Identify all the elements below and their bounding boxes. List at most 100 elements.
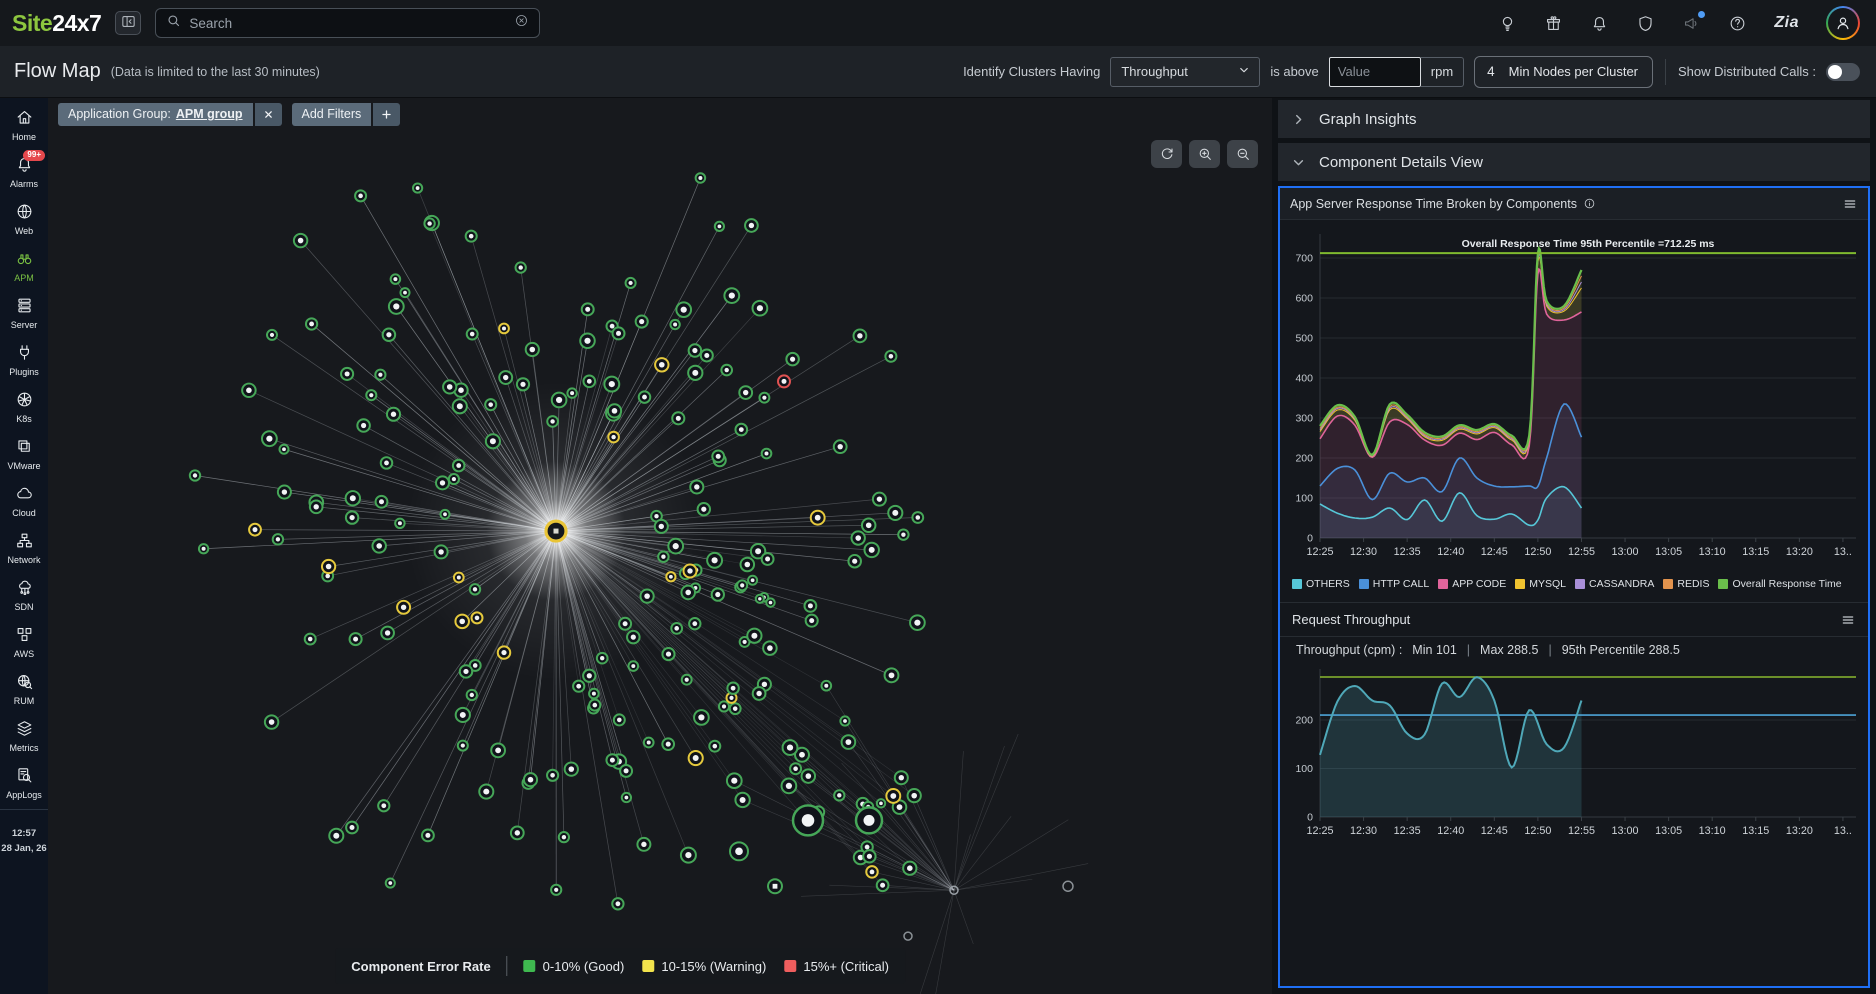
lightbulb-icon[interactable] xyxy=(1498,14,1517,33)
sidebar-item-alarms[interactable]: 99+Alarms xyxy=(0,149,48,196)
sidebar-item-web[interactable]: Web xyxy=(0,196,48,243)
svg-text:12:40: 12:40 xyxy=(1437,825,1464,837)
filter-chip-application-group[interactable]: Application Group:APM group xyxy=(58,103,282,126)
sidebar-item-label: Home xyxy=(12,132,36,142)
announcements-icon[interactable] xyxy=(1682,14,1701,33)
collapse-icon xyxy=(120,13,137,33)
chevron-right-icon xyxy=(1290,111,1307,128)
chart-title: Request Throughput xyxy=(1292,612,1410,627)
add-filters-chip[interactable]: Add Filters xyxy=(292,103,401,126)
search-icon xyxy=(166,13,181,33)
zia-icon[interactable]: Zia xyxy=(1774,14,1799,32)
gift-icon[interactable] xyxy=(1544,14,1563,33)
flow-map-canvas[interactable] xyxy=(48,130,1272,994)
chart-legend-item[interactable]: CASSANDRA xyxy=(1575,578,1654,590)
legend-item: 0-10% (Good) xyxy=(524,959,625,974)
p95-label: 95th Percentile xyxy=(1562,643,1645,657)
throughput-stats: Throughput (cpm) : Min 101 | Max 288.5 |… xyxy=(1280,636,1868,659)
svg-text:13:05: 13:05 xyxy=(1655,546,1682,558)
metric-dropdown[interactable]: Throughput xyxy=(1110,57,1260,87)
search-clear-icon[interactable] xyxy=(514,13,529,33)
k8s-icon xyxy=(15,390,34,411)
min-nodes-control[interactable]: 4 Min Nodes per Cluster xyxy=(1474,56,1653,88)
add-filter-button[interactable] xyxy=(373,103,400,126)
globe-icon xyxy=(15,202,34,223)
chart-legend-item[interactable]: REDIS xyxy=(1663,578,1709,590)
search-bar[interactable] xyxy=(155,8,540,38)
cluster-controls: Identify Clusters Having Throughput is a… xyxy=(963,56,1860,88)
threshold-value-input[interactable] xyxy=(1329,57,1421,87)
help-icon[interactable] xyxy=(1728,14,1747,33)
sidebar-item-applogs[interactable]: AppLogs xyxy=(0,760,48,807)
svg-text:600: 600 xyxy=(1295,293,1313,305)
chart-legend-item[interactable]: Overall Response Time xyxy=(1718,578,1841,590)
zoom-in-button[interactable] xyxy=(1189,140,1220,168)
sidebar-item-cloud[interactable]: Cloud xyxy=(0,478,48,525)
sidebar-item-sdn[interactable]: SDN xyxy=(0,572,48,619)
svg-text:700: 700 xyxy=(1295,253,1313,265)
applogs-icon xyxy=(15,766,34,787)
vmware-icon xyxy=(15,437,34,458)
map-controls xyxy=(1151,140,1258,168)
sidebar-item-metrics[interactable]: Metrics xyxy=(0,713,48,760)
chart-legend-item[interactable]: MYSQL xyxy=(1515,578,1566,590)
refresh-map-button[interactable] xyxy=(1151,140,1182,168)
response-time-chart-header: App Server Response Time Broken by Compo… xyxy=(1280,188,1868,220)
sidebar-item-label: K8s xyxy=(16,414,32,424)
remove-filter-button[interactable] xyxy=(255,103,282,126)
unit-label: rpm xyxy=(1421,57,1464,87)
zoom-out-button[interactable] xyxy=(1227,140,1258,168)
svg-text:200: 200 xyxy=(1295,714,1313,726)
chart-menu-icon[interactable] xyxy=(1842,196,1858,212)
cluster-label: Identify Clusters Having xyxy=(963,64,1100,79)
separator: | xyxy=(1548,643,1551,657)
chart-menu-icon[interactable] xyxy=(1840,612,1856,628)
svg-text:0: 0 xyxy=(1307,812,1313,824)
sidebar-item-vmware[interactable]: VMware xyxy=(0,431,48,478)
svg-text:12:35: 12:35 xyxy=(1394,546,1421,558)
site24x7-logo[interactable]: Site24x7 xyxy=(12,10,101,37)
sidebar-item-plugins[interactable]: Plugins xyxy=(0,337,48,384)
sidebar-item-server[interactable]: Server xyxy=(0,290,48,337)
chip-value[interactable]: APM group xyxy=(176,107,243,121)
svg-text:13:00: 13:00 xyxy=(1612,825,1639,837)
component-details-section[interactable]: Component Details View xyxy=(1278,143,1870,181)
min-nodes-value[interactable]: 4 xyxy=(1487,64,1495,79)
metric-dropdown-value: Throughput xyxy=(1121,64,1188,79)
divider xyxy=(0,809,48,810)
layers-icon xyxy=(15,719,34,740)
info-icon[interactable] xyxy=(1583,197,1596,210)
aws-icon xyxy=(15,625,34,646)
sidebar-item-k8s[interactable]: K8s xyxy=(0,384,48,431)
svg-text:400: 400 xyxy=(1295,373,1313,385)
sidebar-collapse-button[interactable] xyxy=(115,11,141,35)
sidebar-item-apm[interactable]: APM xyxy=(0,243,48,290)
logo-text-24x7: 24x7 xyxy=(52,10,101,36)
svg-text:0: 0 xyxy=(1307,533,1313,545)
sidebar-item-network[interactable]: Network xyxy=(0,525,48,572)
clock-date: 28 Jan, 26 xyxy=(1,841,46,856)
chart-legend-item[interactable]: APP CODE xyxy=(1438,578,1506,590)
svg-text:100: 100 xyxy=(1295,763,1313,775)
user-avatar[interactable] xyxy=(1826,6,1860,40)
graph-insights-section[interactable]: Graph Insights xyxy=(1278,100,1870,138)
svg-text:13:20: 13:20 xyxy=(1786,825,1813,837)
search-input[interactable] xyxy=(189,16,506,31)
throughput-chart-header: Request Throughput xyxy=(1280,602,1868,636)
svg-text:300: 300 xyxy=(1295,413,1313,425)
sidebar-item-label: APM xyxy=(14,273,34,283)
chart-legend-item[interactable]: HTTP CALL xyxy=(1359,578,1429,590)
binoculars-icon xyxy=(15,249,34,270)
show-distributed-calls-toggle[interactable] xyxy=(1826,63,1860,81)
chart-legend-item[interactable]: OTHERS xyxy=(1292,578,1350,590)
svg-text:12:50: 12:50 xyxy=(1524,825,1551,837)
distributed-calls-label: Show Distributed Calls : xyxy=(1678,64,1816,79)
chevron-down-icon xyxy=(1237,63,1251,80)
sdn-icon xyxy=(15,578,34,599)
sidebar-item-home[interactable]: Home xyxy=(0,102,48,149)
sidebar-item-rum[interactable]: RUM xyxy=(0,666,48,713)
sidebar-item-aws[interactable]: AWS xyxy=(0,619,48,666)
shield-icon[interactable] xyxy=(1636,14,1655,33)
min-value: 101 xyxy=(1436,643,1457,657)
notifications-icon[interactable] xyxy=(1590,14,1609,33)
